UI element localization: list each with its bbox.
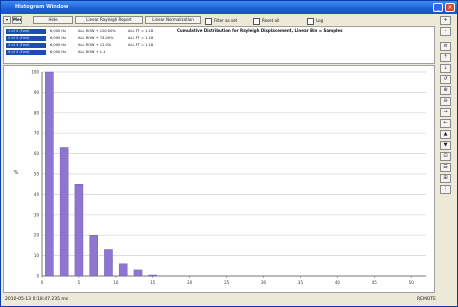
x-tick-label: 30: [261, 280, 267, 285]
histogram-chart: 0 10 20 30 40 50 60 70 80 90 100 0 5 10 15 20 25 30 35 40 45…: [14, 70, 426, 285]
x-tick-label: 35: [298, 280, 304, 285]
x-tick-label: 15: [150, 280, 156, 285]
fit-button[interactable]: ⊡: [440, 152, 451, 161]
more-button[interactable]: ⋮: [440, 185, 451, 194]
minimize-button[interactable]: _: [433, 3, 443, 12]
y-tick-label: 50: [34, 172, 40, 177]
y-tick-label: 20: [34, 233, 40, 238]
y-tick-label: 70: [34, 131, 40, 136]
window-title: Histogram Window: [15, 4, 69, 10]
legend-row[interactable]: 3 of 4 (Fwd) 6,000 Hz ALL ROW + 12.0% AL…: [6, 43, 166, 49]
title-bar: Histogram Window _ ×: [1, 1, 457, 14]
legend-ft: ALL FT = 1.18: [128, 36, 154, 40]
rayleigh-report-button[interactable]: Linear Rayleigh Report: [75, 16, 143, 24]
legend-row[interactable]: 2 of 4 (Fwd) 6,000 Hz ALL ROW + 74.00% A…: [6, 36, 166, 42]
log-checkbox-label: Log: [316, 18, 324, 23]
legend-row-pct: ALL ROW + 1.1: [78, 50, 106, 54]
move-down-button[interactable]: ▼: [440, 141, 451, 150]
list-button[interactable]: ≡: [440, 42, 451, 51]
legend-swatch: 3 of 4 (Fwd): [6, 43, 46, 48]
reset-checkbox[interactable]: Reset all: [253, 17, 280, 25]
legend-row-pct: ALL ROW + 12.0%: [78, 43, 112, 47]
legend-rate: 6,000 Hz: [50, 29, 67, 33]
x-tick-label: 5: [78, 280, 81, 285]
histogram-bar: [118, 263, 128, 277]
next-button[interactable]: →: [440, 108, 451, 117]
y-tick-label: 90: [34, 90, 40, 95]
menu-list-button[interactable]: ☰: [440, 163, 451, 172]
legend-rate: 6,000 Hz: [50, 50, 67, 54]
status-timestamp: 2010-05-13 0:18:47.235 ms: [5, 297, 69, 302]
chart-caption: Cumulative Distribution for Rayleigh Dis…: [177, 28, 343, 33]
filter-checkbox[interactable]: Filter as set: [205, 17, 238, 25]
expand-button[interactable]: ⊕: [440, 86, 451, 95]
y-tick-label: 100: [31, 70, 39, 75]
x-tick-label: 20: [187, 280, 193, 285]
y-tick-label: 10: [34, 253, 40, 258]
legend-rate: 6,000 Hz: [50, 43, 67, 47]
y-axis-label: %: [14, 170, 19, 176]
y-tick-label: 40: [34, 192, 40, 197]
x-tick-label: 40: [335, 280, 341, 285]
filter-checkbox-label: Filter as set: [214, 18, 238, 23]
right-toolbar: + - ≡ ⇡ ⇣ ↺ ⊕ ⊖ → ← ▲ ▼ ⊡ ☰ ⊞ ⋮: [437, 16, 455, 296]
x-tick-label: 10: [113, 280, 119, 285]
y-tick-label: 80: [34, 110, 40, 115]
histogram-bar: [45, 71, 54, 277]
scroll-down-button[interactable]: ⇣: [440, 64, 451, 73]
status-mode: REMOTE: [417, 297, 436, 302]
previous-button[interactable]: ←: [440, 119, 451, 128]
legend-ft: ALL FT = 1.18: [128, 29, 154, 33]
histogram-bar: [133, 269, 143, 277]
normalization-button[interactable]: Linear Normalization: [145, 16, 201, 24]
y-tick-label: 0: [36, 274, 39, 279]
reset-checkbox-label: Reset all: [262, 18, 280, 23]
x-tick-label: 25: [224, 280, 230, 285]
histogram-bar: [104, 249, 113, 277]
menu-label-button[interactable]: Menu: [12, 16, 22, 24]
y-tick-label: 60: [34, 151, 40, 156]
toolbar: ▾ Menu Hide Linear Rayleigh Report Linea…: [3, 16, 435, 25]
histogram-bar: [59, 147, 69, 277]
scroll-up-button[interactable]: ⇡: [440, 53, 451, 62]
x-tick-label: 0: [41, 280, 44, 285]
legend-swatch: 2 of 4 (Fwd): [6, 36, 46, 41]
status-bar: 2010-05-13 0:18:47.235 ms REMOTE: [3, 295, 455, 306]
zoom-out-button[interactable]: -: [440, 27, 451, 36]
x-tick-label: 45: [372, 280, 378, 285]
legend-row-pct: ALL ROW + 74.00%: [78, 36, 114, 40]
legend-swatch: 1 of 4 (Fwd): [6, 29, 46, 34]
histogram-bar: [148, 274, 158, 277]
close-button[interactable]: ×: [445, 3, 455, 12]
legend-row[interactable]: 1 of 4 (Fwd) 6,000 Hz ALL ROW + 100.00% …: [6, 29, 166, 35]
menu-button[interactable]: ▾: [3, 16, 11, 24]
hide-button[interactable]: Hide: [33, 16, 73, 24]
y-tick-label: 30: [34, 212, 40, 217]
legend-swatch: 4 of 4 (Fwd): [6, 50, 46, 55]
legend-ft: ALL FT = 1.18: [128, 43, 154, 47]
move-up-button[interactable]: ▲: [440, 130, 451, 139]
refresh-button[interactable]: ↺: [440, 75, 451, 84]
zoom-in-button[interactable]: +: [440, 16, 451, 25]
legend-rate: 6,000 Hz: [50, 36, 67, 40]
legend-row[interactable]: 4 of 4 (Fwd) 6,000 Hz ALL ROW + 1.1: [6, 50, 166, 56]
x-tick-label: 50: [409, 280, 415, 285]
grid-button[interactable]: ⊞: [440, 174, 451, 183]
legend-row-pct: ALL ROW + 100.00%: [78, 29, 116, 33]
chart-area: 0 10 20 30 40 50 60 70 80 90 100 0 5 10 15 20 25 30 35 40 45…: [3, 65, 435, 293]
histogram-bar: [74, 183, 84, 277]
histogram-bar: [89, 234, 98, 277]
log-checkbox[interactable]: Log: [307, 17, 324, 25]
histogram-window: Histogram Window _ × ▾ Menu Hide Linear …: [0, 0, 458, 307]
collapse-button[interactable]: ⊖: [440, 97, 451, 106]
